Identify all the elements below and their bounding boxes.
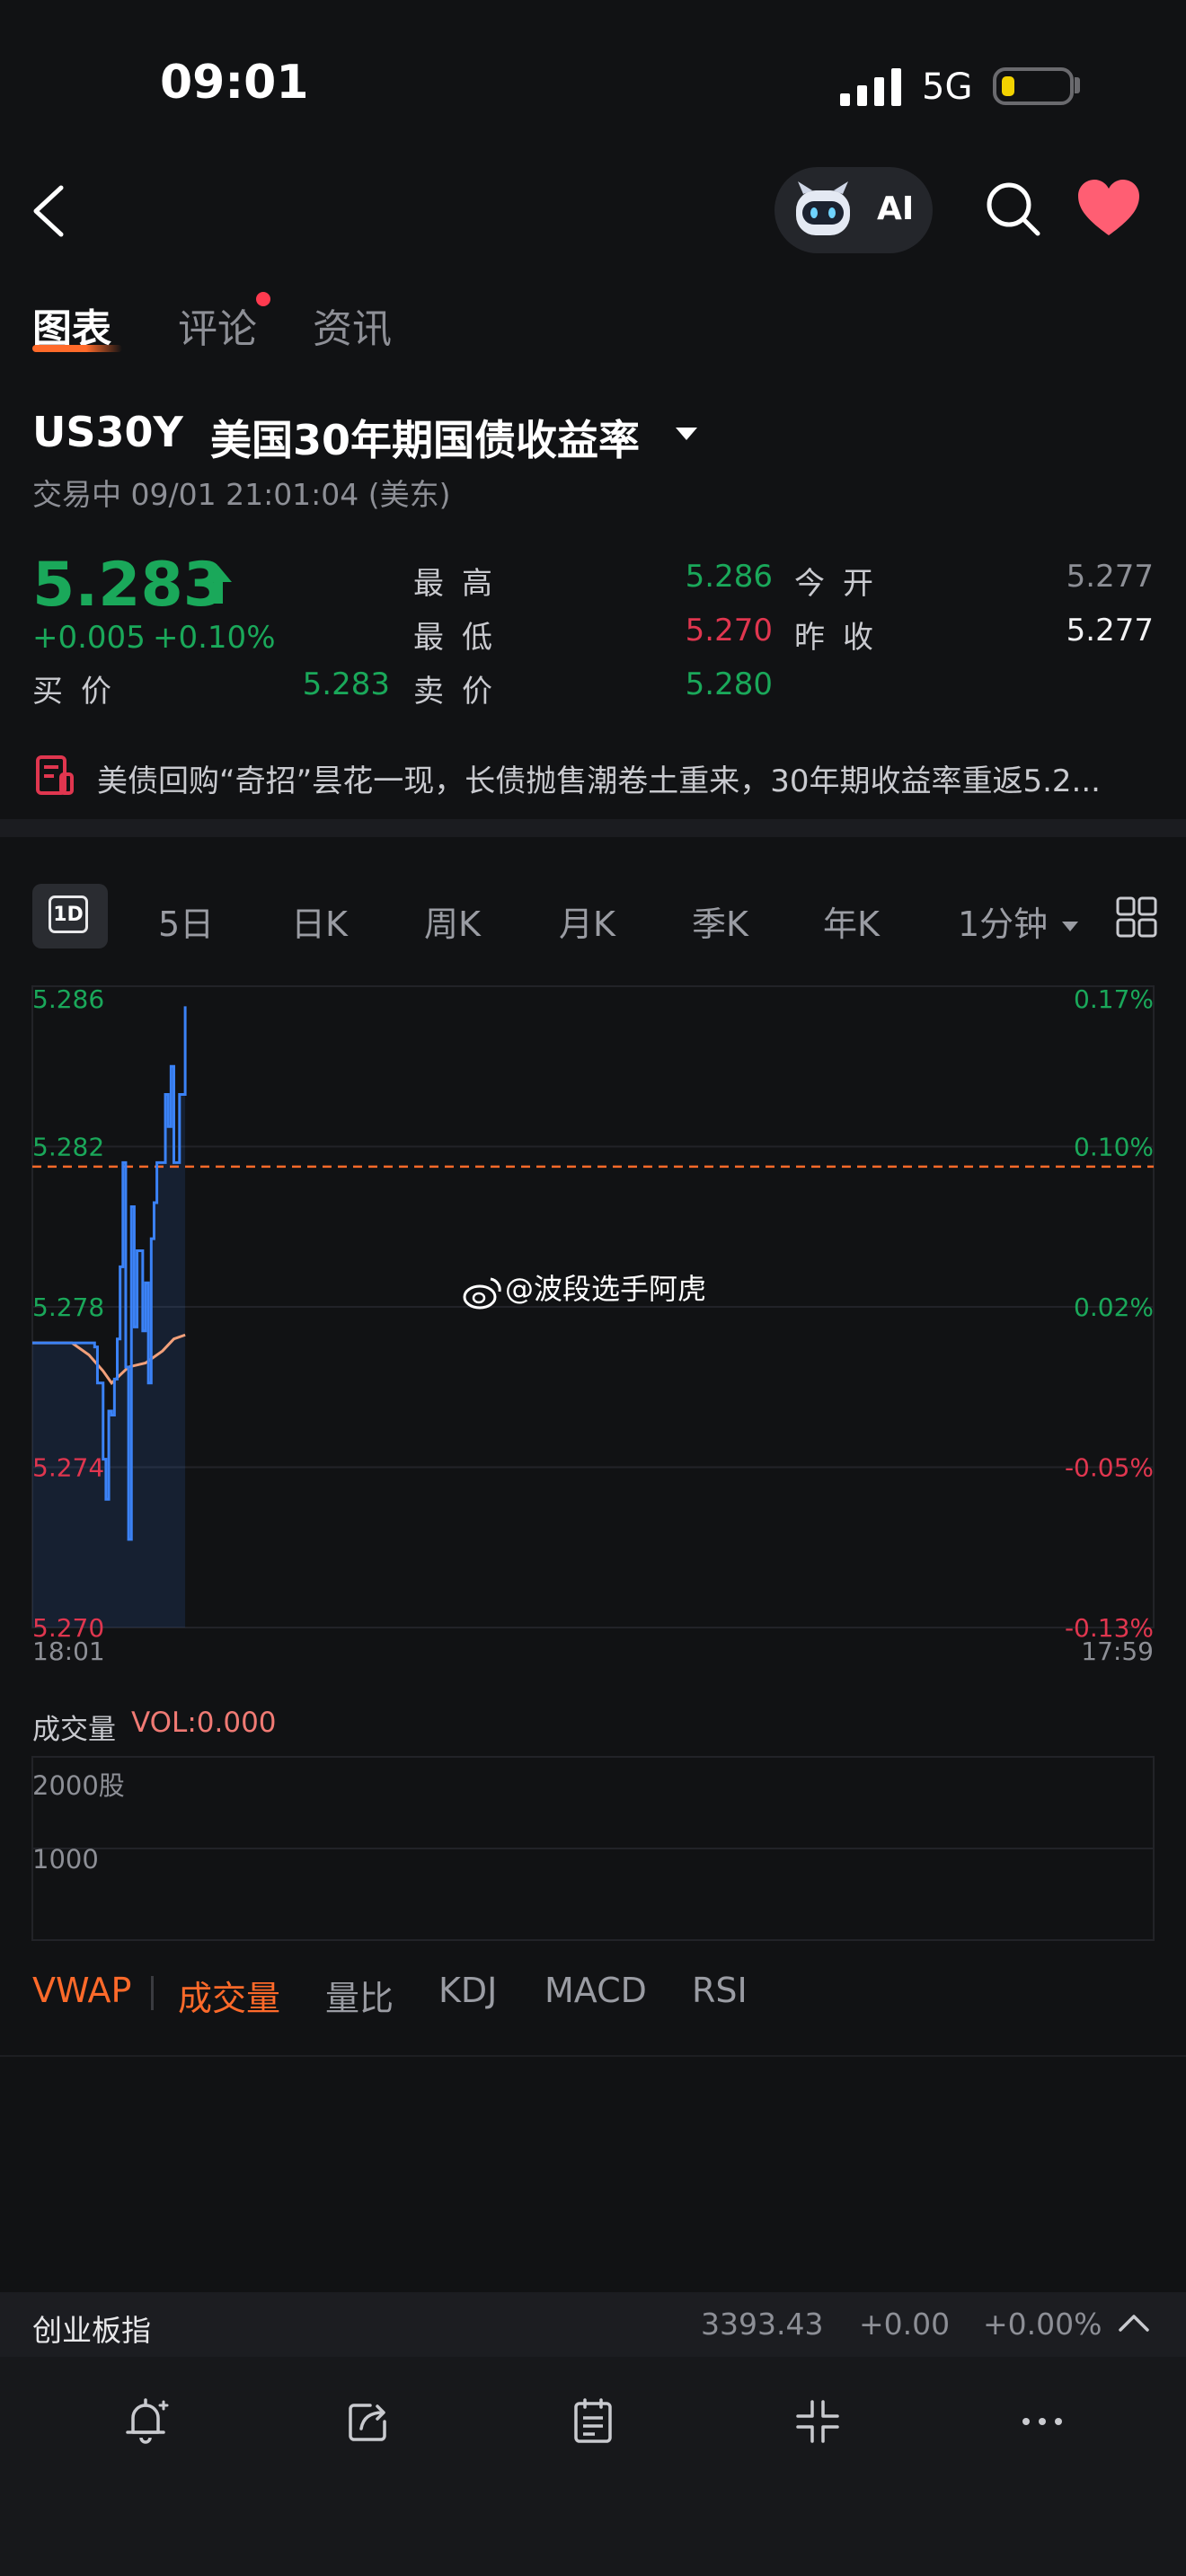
intraday-price-chart[interactable]: 5.2865.2825.2785.2745.2700.17%0.10%0.02%… <box>0 961 1186 1671</box>
news-icon <box>36 755 74 795</box>
prev-close-label: 昨收 <box>794 620 891 656</box>
watermark-text: @波段选手阿虎 <box>505 1272 706 1306</box>
volume-chart[interactable]: 2000股 1000 <box>0 1751 1186 1949</box>
news-headline[interactable]: 美债回购“奇招”昙花一现，长债抛售潮卷土重来，30年期收益率重返5.2... <box>97 756 1148 800</box>
y-tick-left: 5.286 <box>32 984 104 1014</box>
period-1d-label: 1D <box>49 895 88 933</box>
ticker-price: 3393.43 <box>701 2307 824 2342</box>
y-tick-right: 0.10% <box>1074 1133 1154 1162</box>
y-tick-right: 0.02% <box>1074 1292 1154 1322</box>
instrument-symbol: US30Y <box>32 408 183 456</box>
period-yearly[interactable]: 年K <box>823 896 880 946</box>
bid-value: 5.283 <box>302 666 390 702</box>
battery-icon <box>993 67 1074 105</box>
indicator-vwap[interactable]: VWAP <box>32 1971 131 2010</box>
period-1min-dropdown[interactable]: 1分钟 <box>958 896 1079 946</box>
volume-tick-1000: 1000 <box>32 1844 99 1875</box>
ai-assistant-button[interactable]: AI <box>774 167 933 253</box>
ticker-change-percent: +0.00% <box>983 2307 1102 2342</box>
chevron-up-icon[interactable] <box>1118 2312 1150 2333</box>
low-label: 最低 <box>413 620 510 656</box>
period-daily[interactable]: 日K <box>291 896 348 946</box>
y-tick-left: 5.274 <box>32 1453 104 1483</box>
period-weekly[interactable]: 周K <box>424 896 481 946</box>
y-tick-left: 5.278 <box>32 1292 104 1322</box>
period-1min-label: 1分钟 <box>958 904 1049 944</box>
ai-label: AI <box>877 190 915 227</box>
unread-dot <box>256 292 270 306</box>
ask-value: 5.280 <box>685 666 773 702</box>
up-arrow-icon <box>205 566 232 604</box>
x-tick-start: 18:01 <box>32 1636 105 1666</box>
watermark: @波段选手阿虎 <box>463 1272 706 1310</box>
period-quarterly[interactable]: 季K <box>692 896 748 946</box>
collapse-icon[interactable] <box>792 2396 843 2447</box>
network-type: 5G <box>922 66 973 108</box>
volume-tick-2000: 2000股 <box>32 1770 125 1801</box>
battery-tip <box>1075 77 1080 93</box>
high-value: 5.286 <box>685 559 773 595</box>
notes-icon[interactable] <box>568 2396 618 2447</box>
active-tab-indicator <box>32 345 122 352</box>
indicator-volume[interactable]: 成交量 <box>178 1971 280 2020</box>
high-label: 最高 <box>413 566 510 602</box>
signal-icon <box>840 68 901 106</box>
back-icon[interactable] <box>31 184 66 238</box>
open-label: 今开 <box>794 566 891 602</box>
search-icon[interactable] <box>984 180 1041 237</box>
caret-down-icon[interactable] <box>676 428 697 440</box>
last-price: 5.283 <box>32 550 226 621</box>
x-tick-end: 17:59 <box>1081 1636 1154 1666</box>
indicator-macd[interactable]: MACD <box>544 1971 647 2010</box>
y-tick-left: 5.282 <box>32 1133 104 1162</box>
price-alert-bell-icon[interactable] <box>120 2396 171 2447</box>
ticker-change: +0.00 <box>859 2307 951 2342</box>
volume-label: 成交量 <box>32 1714 116 1746</box>
favorite-heart-icon[interactable] <box>1076 178 1141 239</box>
volume-value: VOL:0.000 <box>131 1707 277 1739</box>
y-tick-right: 0.17% <box>1074 984 1154 1014</box>
share-icon[interactable] <box>343 2396 394 2447</box>
indicator-volume-ratio[interactable]: 量比 <box>325 1971 394 2020</box>
layout-grid-icon[interactable] <box>1116 896 1157 938</box>
robot-icon <box>796 181 850 235</box>
open-value: 5.277 <box>1066 559 1154 595</box>
tab-comments[interactable]: 评论 <box>178 296 257 354</box>
section-divider <box>0 2055 1186 2057</box>
more-icon[interactable] <box>1017 2396 1067 2447</box>
trading-status: 交易中 09/01 21:01:04 (美东) <box>32 477 451 512</box>
instrument-name[interactable]: 美国30年期国债收益率 <box>210 408 640 467</box>
weibo-icon <box>463 1277 501 1310</box>
status-time: 09:01 <box>160 56 309 110</box>
indicator-kdj[interactable]: KDJ <box>438 1971 497 2010</box>
tab-news[interactable]: 资讯 <box>313 296 392 354</box>
y-tick-right: -0.05% <box>1065 1453 1154 1483</box>
price-change-percent: +0.10% <box>153 620 276 656</box>
prev-close-value: 5.277 <box>1066 613 1154 648</box>
ask-label: 卖价 <box>413 674 510 710</box>
caret-down-icon <box>1062 922 1079 931</box>
price-change: +0.005 <box>32 620 146 656</box>
bid-label: 买价 <box>32 674 129 710</box>
indicator-separator <box>151 1976 154 2010</box>
low-value: 5.270 <box>685 613 773 648</box>
period-1d-button[interactable]: 1D <box>32 884 108 948</box>
period-monthly[interactable]: 月K <box>559 896 615 946</box>
ticker-index-name: 创业板指 <box>32 2313 151 2348</box>
period-5d[interactable]: 5日 <box>158 896 214 946</box>
bottom-toolbar <box>0 2357 1186 2576</box>
section-divider <box>0 819 1186 837</box>
indicator-rsi[interactable]: RSI <box>692 1971 748 2010</box>
